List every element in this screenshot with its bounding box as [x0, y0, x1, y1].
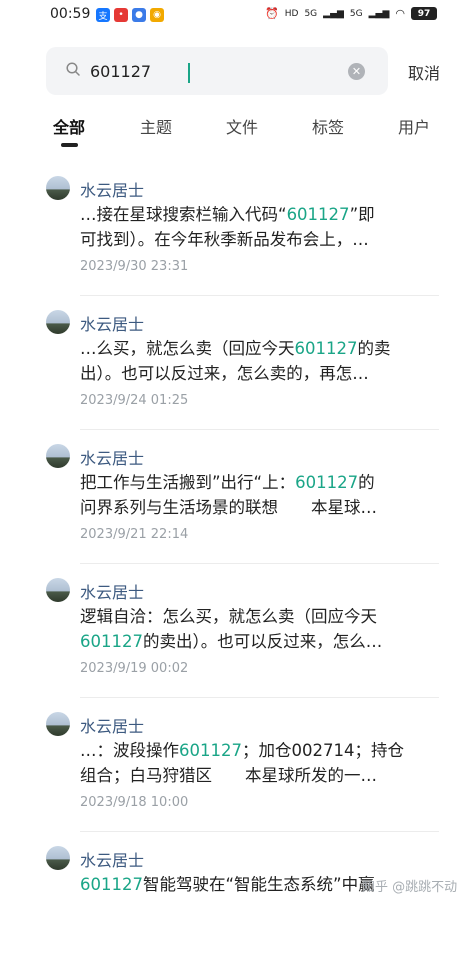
- tab-tags[interactable]: 标签: [312, 114, 344, 138]
- result-snippet: 逻辑自洽：怎么买，就怎么卖（回应今天 601127的卖出）。也可以反过来，怎么…: [80, 604, 430, 654]
- search-input[interactable]: [90, 59, 330, 83]
- snippet-line: 出）。也可以反过来，怎么卖的，再怎…: [80, 361, 430, 386]
- result-date: 2023/9/19 00:02: [80, 661, 189, 676]
- result-item[interactable]: 水云居士 …：波段操作601127；加仓002714；持仓 组合；白马狩猎区 本星球…: [0, 706, 475, 840]
- snippet-line: …么买，就怎么卖（回应今天601127的卖: [80, 336, 430, 361]
- highlight-keyword: 601127: [179, 741, 242, 760]
- snippet-text: 可找到）。在今年秋季新品发布会上，…: [80, 230, 369, 249]
- snippet-text: ”即: [349, 205, 375, 224]
- results-list: 水云居士 …接在星球搜索栏输入代码“601127”即 可找到）。在今年秋季新品发布会…: [0, 170, 475, 974]
- result-snippet: …么买，就怎么卖（回应今天601127的卖出）。也可以反过来，怎么卖的，再怎…: [80, 336, 430, 386]
- divider: [80, 563, 439, 564]
- author-name[interactable]: 水云居士: [80, 177, 144, 201]
- author-name[interactable]: 水云居士: [80, 579, 144, 603]
- tab-files[interactable]: 文件: [226, 114, 258, 138]
- snippet-text: 的卖: [357, 339, 391, 358]
- result-date: 2023/9/21 22:14: [80, 527, 189, 542]
- result-snippet: …：波段操作601127；加仓002714；持仓组合；白马狩猎区 本星球所发的一…: [80, 738, 430, 788]
- status-right: ⏰ HD 5G ▂▄▆ 5G ▂▄▆ ◠ 97: [265, 7, 437, 20]
- highlight-keyword: 601127: [295, 473, 359, 492]
- chat-app-icon: ●: [132, 8, 146, 22]
- search-icon: [66, 62, 80, 76]
- weibo-icon: ◉: [150, 8, 164, 22]
- alipay-icon: 支: [96, 8, 110, 22]
- avatar[interactable]: [46, 176, 70, 200]
- divider: [80, 295, 439, 296]
- status-time: 00:59: [50, 6, 91, 22]
- avatar[interactable]: [46, 578, 70, 602]
- snippet-line: 组合；白马狩猎区 本星球所发的一…: [80, 763, 430, 788]
- result-date: 2023/9/24 01:25: [80, 393, 189, 408]
- tab-all[interactable]: 全部: [53, 114, 85, 138]
- snippet-line: …：波段操作601127；加仓002714；持仓: [80, 738, 430, 763]
- snippet-text: …接在星球搜索栏输入代码“: [80, 205, 287, 224]
- author-name[interactable]: 水云居士: [80, 847, 144, 871]
- snippet-text: …：波段操作: [80, 741, 179, 760]
- highlight-keyword: 601127: [294, 339, 358, 358]
- snippet-text: 逻辑自洽：怎么买，就怎么卖（回应今天: [80, 607, 377, 626]
- divider: [80, 831, 439, 832]
- author-name[interactable]: 水云居士: [80, 311, 144, 335]
- cancel-button[interactable]: 取消: [408, 60, 440, 84]
- author-name[interactable]: 水云居士: [80, 445, 144, 469]
- snippet-line: 可找到）。在今年秋季新品发布会上，…: [80, 227, 430, 252]
- clear-icon[interactable]: ✕: [348, 63, 365, 80]
- snippet-text: 智能驾驶在“智能生态系统”中赢: [143, 875, 375, 894]
- divider: [80, 697, 439, 698]
- search-box[interactable]: ✕: [46, 47, 388, 95]
- battery-icon: 97: [411, 7, 437, 20]
- snippet-text: ；加仓002714；持仓: [242, 741, 404, 760]
- highlight-keyword: 601127: [286, 205, 350, 224]
- avatar[interactable]: [46, 712, 70, 736]
- tab-users[interactable]: 用户: [398, 114, 430, 138]
- hd-label: HD: [284, 8, 299, 19]
- snippet-text: 问界系列与生活场景的联想 本星球…: [80, 498, 377, 517]
- avatar[interactable]: [46, 846, 70, 870]
- signal-5g-2: 5G: [349, 8, 363, 19]
- avatar[interactable]: [46, 444, 70, 468]
- highlight-keyword: 601127: [80, 875, 143, 894]
- alarm-icon: ⏰: [265, 7, 279, 20]
- result-snippet: 把工作与生活搬到”出行“上：601127的问界系列与生活场景的联想 本星球…: [80, 470, 430, 520]
- snippet-line: 问界系列与生活场景的联想 本星球…: [80, 495, 430, 520]
- result-item[interactable]: 水云居士 把工作与生活搬到”出行“上：601127的 问界系列与生活场景的联想 本星…: [0, 438, 475, 572]
- tab-indicator: [61, 143, 78, 147]
- snippet-text: 出）。也可以反过来，怎么卖的，再怎…: [80, 364, 369, 383]
- status-bar: 00:59 支 • ● ◉ ⏰ HD 5G ▂▄▆ 5G ▂▄▆ ◠ 97: [0, 0, 475, 30]
- result-item[interactable]: 水云居士逻辑自洽：怎么买，就怎么卖（回应今天 601127的卖出）。也可以反过来，…: [0, 572, 475, 706]
- snippet-text: 的卖出）。也可以反过来，怎么…: [143, 632, 383, 651]
- notification-icons: 支 • ● ◉: [96, 8, 164, 22]
- signal-icon-2: ▂▄▆: [368, 8, 390, 19]
- snippet-line: …接在星球搜索栏输入代码“601127”即: [80, 202, 430, 227]
- wifi-icon: ◠: [395, 7, 405, 20]
- avatar[interactable]: [46, 310, 70, 334]
- result-item[interactable]: 水云居士 …接在星球搜索栏输入代码“601127”即 可找到）。在今年秋季新品发布会…: [0, 170, 475, 304]
- tab-topics[interactable]: 主题: [140, 114, 172, 138]
- result-date: 2023/9/18 10:00: [80, 795, 189, 810]
- highlight-keyword: 601127: [80, 632, 143, 651]
- snippet-line: 把工作与生活搬到”出行“上：601127的: [80, 470, 430, 495]
- snippet-text: 组合；白马狩猎区 本星球所发的一…: [80, 766, 377, 785]
- tab-bar: 全部 主题 文件 标签 用户: [0, 114, 475, 154]
- signal-icon: ▂▄▆: [323, 8, 344, 19]
- result-item[interactable]: 水云居士 601127智能驾驶在“智能生态系统”中赢: [0, 840, 475, 974]
- snippet-text: 的: [358, 473, 375, 492]
- divider: [80, 429, 439, 430]
- text-caret: [188, 63, 190, 83]
- search-row: ✕ 取消: [0, 47, 475, 95]
- snippet-text: …么买，就怎么卖（回应今天: [80, 339, 295, 358]
- result-date: 2023/9/30 23:31: [80, 259, 189, 274]
- author-name[interactable]: 水云居士: [80, 713, 144, 737]
- news-app-icon: •: [114, 8, 128, 22]
- result-item[interactable]: 水云居士 …么买，就怎么卖（回应今天601127的卖 出）。也可以反过来，怎么卖的，…: [0, 304, 475, 438]
- signal-5g-1: 5G: [304, 8, 318, 19]
- result-snippet: …接在星球搜索栏输入代码“601127”即可找到）。在今年秋季新品发布会上，…: [80, 202, 430, 252]
- snippet-text: 把工作与生活搬到”出行“上：: [80, 473, 296, 492]
- watermark: 知乎 @跳跳不动: [362, 880, 458, 895]
- snippet-line: 601127的卖出）。也可以反过来，怎么…: [80, 629, 430, 654]
- snippet-line: 逻辑自洽：怎么买，就怎么卖（回应今天: [80, 604, 430, 629]
